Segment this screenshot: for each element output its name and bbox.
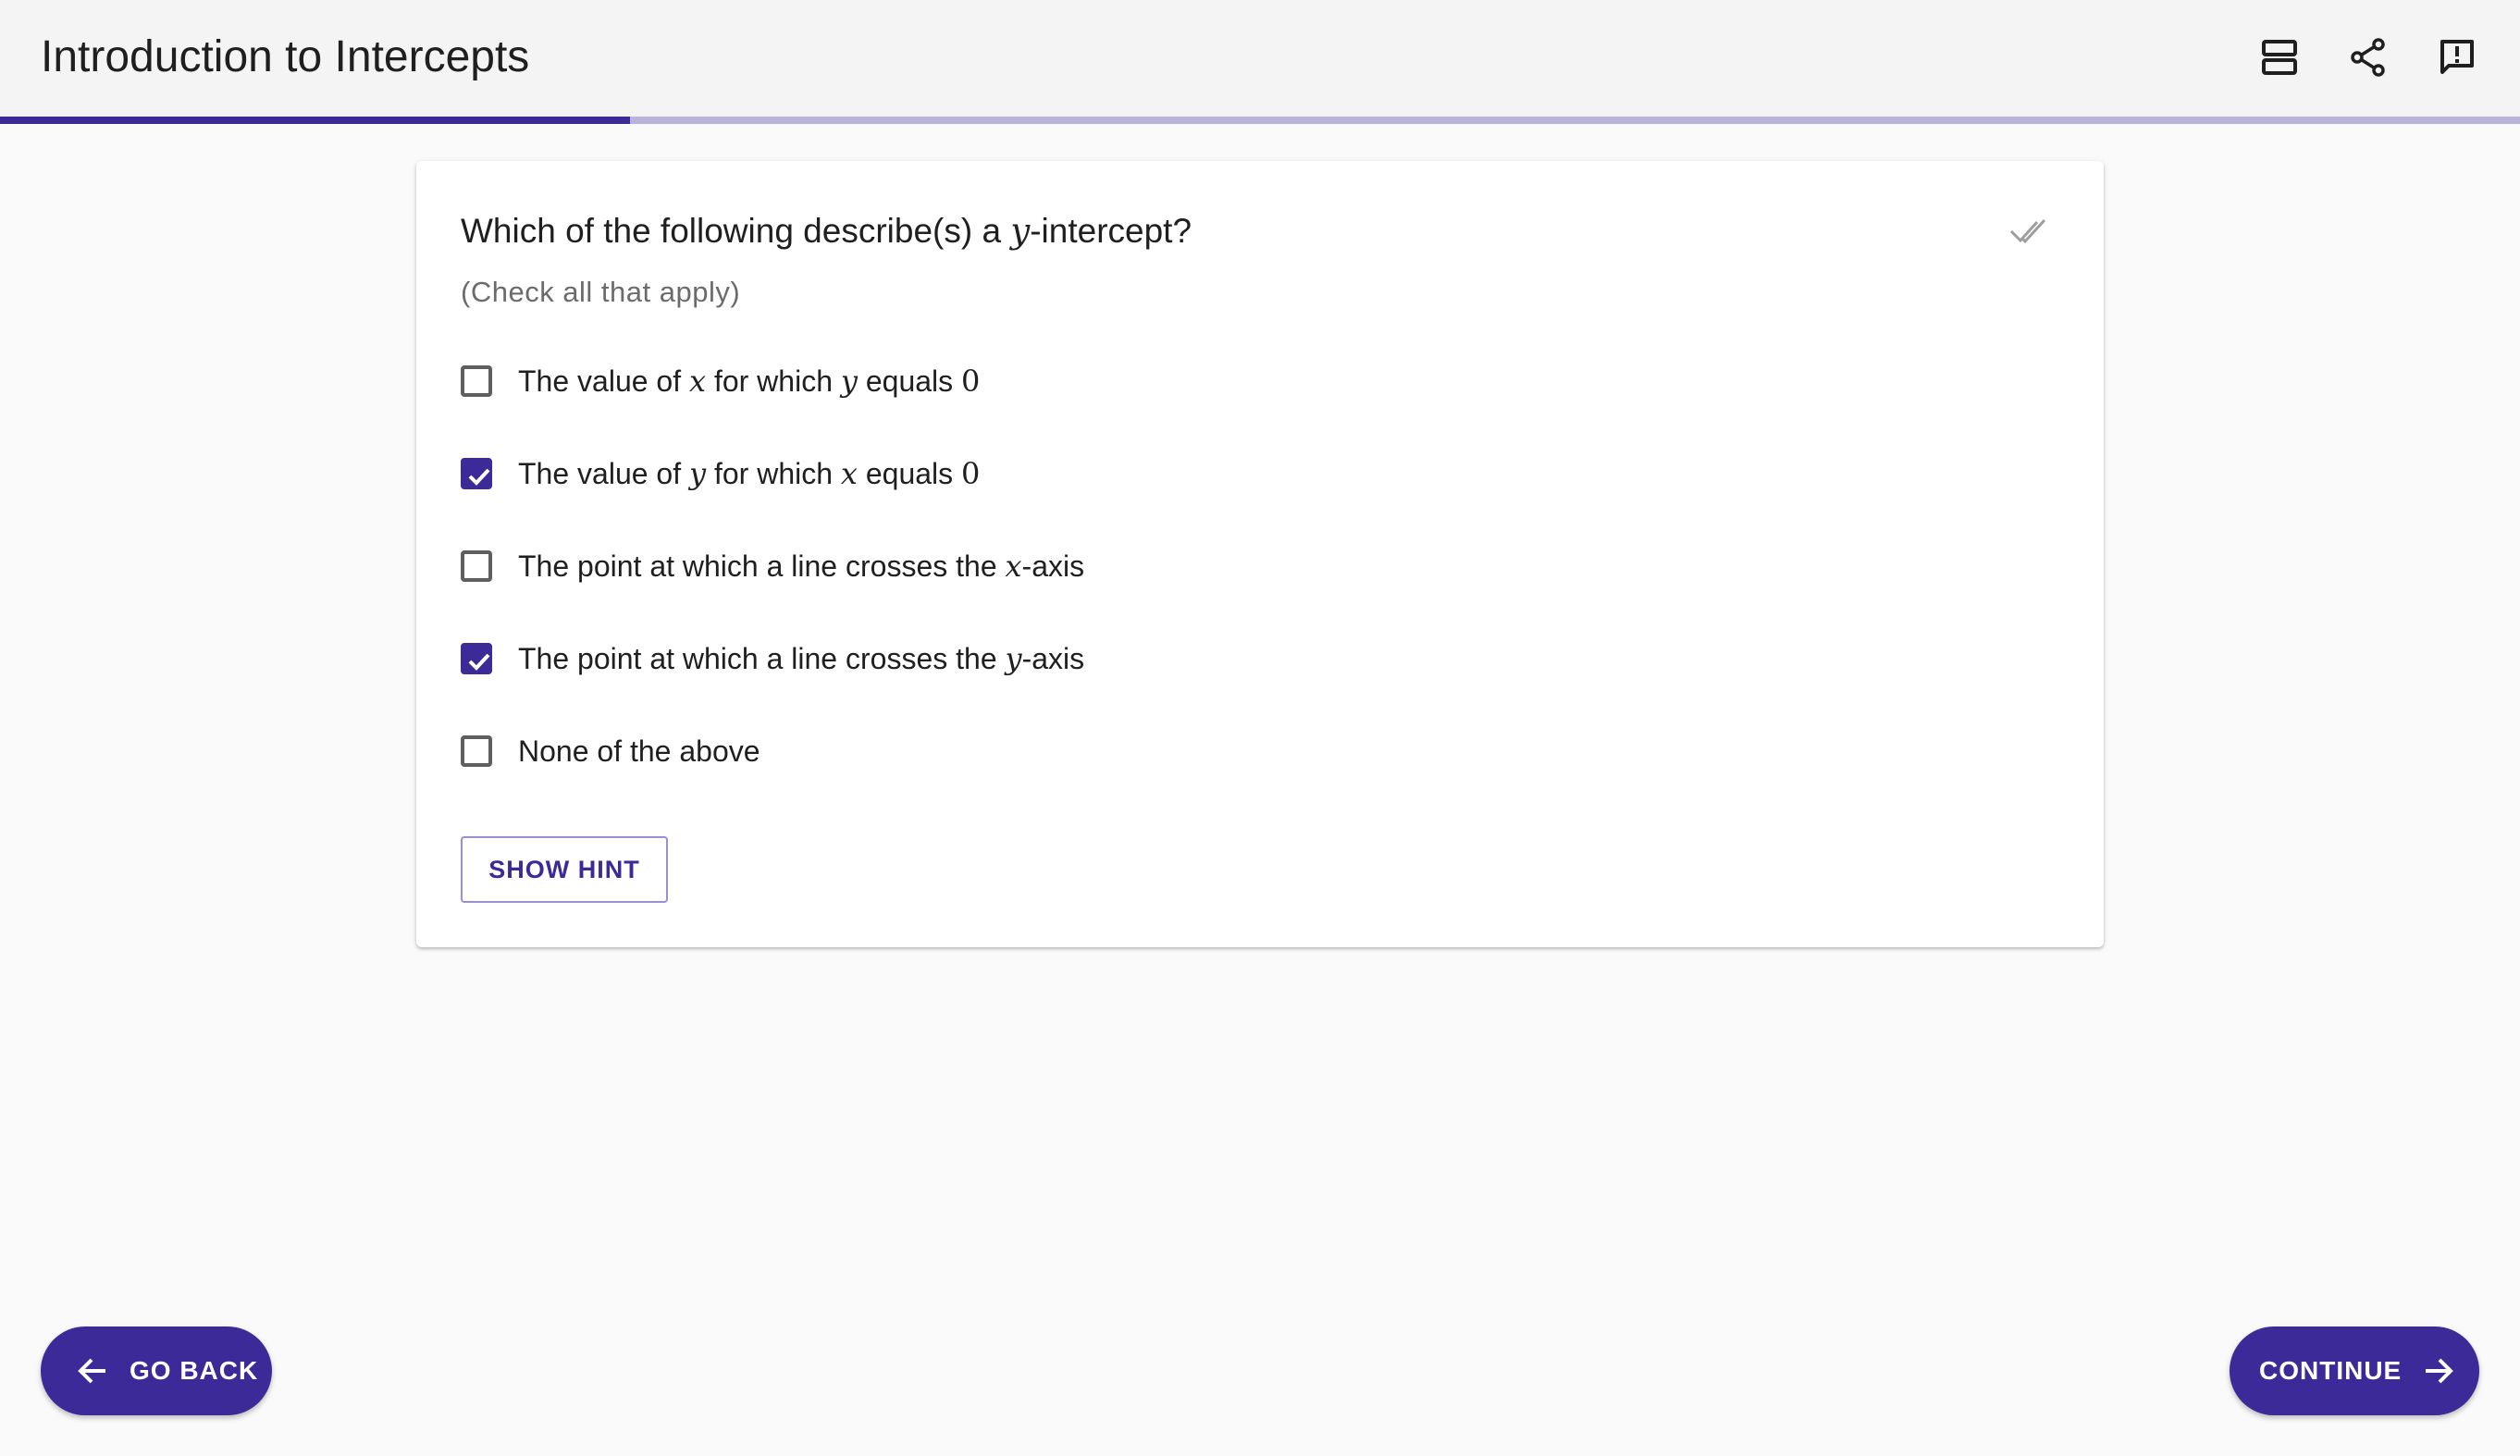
view-agenda-icon[interactable] <box>2246 28 2313 87</box>
option-text: equals <box>857 457 962 490</box>
option-text: The value of <box>518 457 689 490</box>
option-crosses-x-axis[interactable]: The point at which a line crosses the x-… <box>461 538 1084 594</box>
option-y-for-x-zero[interactable]: The value of y for which x equals 0 <box>461 446 980 501</box>
option-checkbox[interactable] <box>461 735 492 767</box>
feedback-icon[interactable] <box>2424 28 2490 87</box>
check-icon <box>468 653 490 671</box>
go-back-button[interactable]: GO BACK <box>41 1326 272 1415</box>
share-icon[interactable] <box>2335 28 2402 87</box>
option-text: equals <box>857 364 962 398</box>
question-text: Which of the following describe(s) a y-i… <box>461 209 1192 253</box>
arrow-forward-icon <box>2426 1358 2454 1384</box>
page-title: Introduction to Intercepts <box>41 32 530 81</box>
option-none-of-the-above[interactable]: None of the above <box>461 723 760 779</box>
option-math-variable: y <box>689 456 707 491</box>
progress-bar-fill <box>0 117 630 124</box>
option-label: The value of x for which y equals 0 <box>518 361 980 401</box>
option-text: None of the above <box>518 734 760 768</box>
app-bar: Introduction to Intercepts <box>0 0 2520 117</box>
option-text: The value of <box>518 364 689 398</box>
progress-bar <box>0 117 2520 124</box>
option-math-variable: x <box>840 456 858 491</box>
question-suffix: -intercept? <box>1030 212 1192 250</box>
show-hint-button[interactable]: SHOW HINT <box>461 836 668 903</box>
question-math-variable: y <box>1010 211 1031 251</box>
option-math-variable: y <box>1005 641 1022 676</box>
question-prefix: Which of the following describe(s) a <box>461 212 1011 250</box>
option-checkbox[interactable] <box>461 643 492 674</box>
option-checkbox[interactable] <box>461 365 492 397</box>
option-math-variable: x <box>689 364 707 399</box>
option-math-variable: y <box>840 364 858 399</box>
option-math-number: 0 <box>961 456 981 491</box>
option-label: The value of y for which x equals 0 <box>518 453 980 494</box>
option-checkbox[interactable] <box>461 458 492 489</box>
option-label: The point at which a line crosses the y-… <box>518 638 1084 679</box>
option-x-for-y-zero[interactable]: The value of x for which y equals 0 <box>461 353 980 409</box>
continue-button[interactable]: CONTINUE <box>2230 1326 2479 1415</box>
option-text: for which <box>706 364 841 398</box>
go-back-label: GO BACK <box>130 1356 259 1385</box>
question-card: Which of the following describe(s) a y-i… <box>416 161 2104 947</box>
double-check-icon <box>2009 218 2046 244</box>
option-text: -axis <box>1021 549 1085 583</box>
instruction-text: (Check all that apply) <box>461 276 741 308</box>
option-text: The point at which a line crosses the <box>518 642 1006 675</box>
option-math-variable: x <box>1005 549 1022 584</box>
continue-label: CONTINUE <box>2259 1356 2403 1385</box>
option-math-number: 0 <box>961 364 981 399</box>
check-icon <box>468 468 490 486</box>
option-crosses-y-axis[interactable]: The point at which a line crosses the y-… <box>461 631 1084 686</box>
option-text: The point at which a line crosses the <box>518 549 1006 583</box>
arrow-back-icon <box>78 1358 105 1384</box>
option-text: for which <box>706 457 841 490</box>
option-checkbox[interactable] <box>461 550 492 582</box>
option-label: None of the above <box>518 731 760 771</box>
option-label: The point at which a line crosses the x-… <box>518 546 1084 586</box>
option-text: -axis <box>1021 642 1085 675</box>
